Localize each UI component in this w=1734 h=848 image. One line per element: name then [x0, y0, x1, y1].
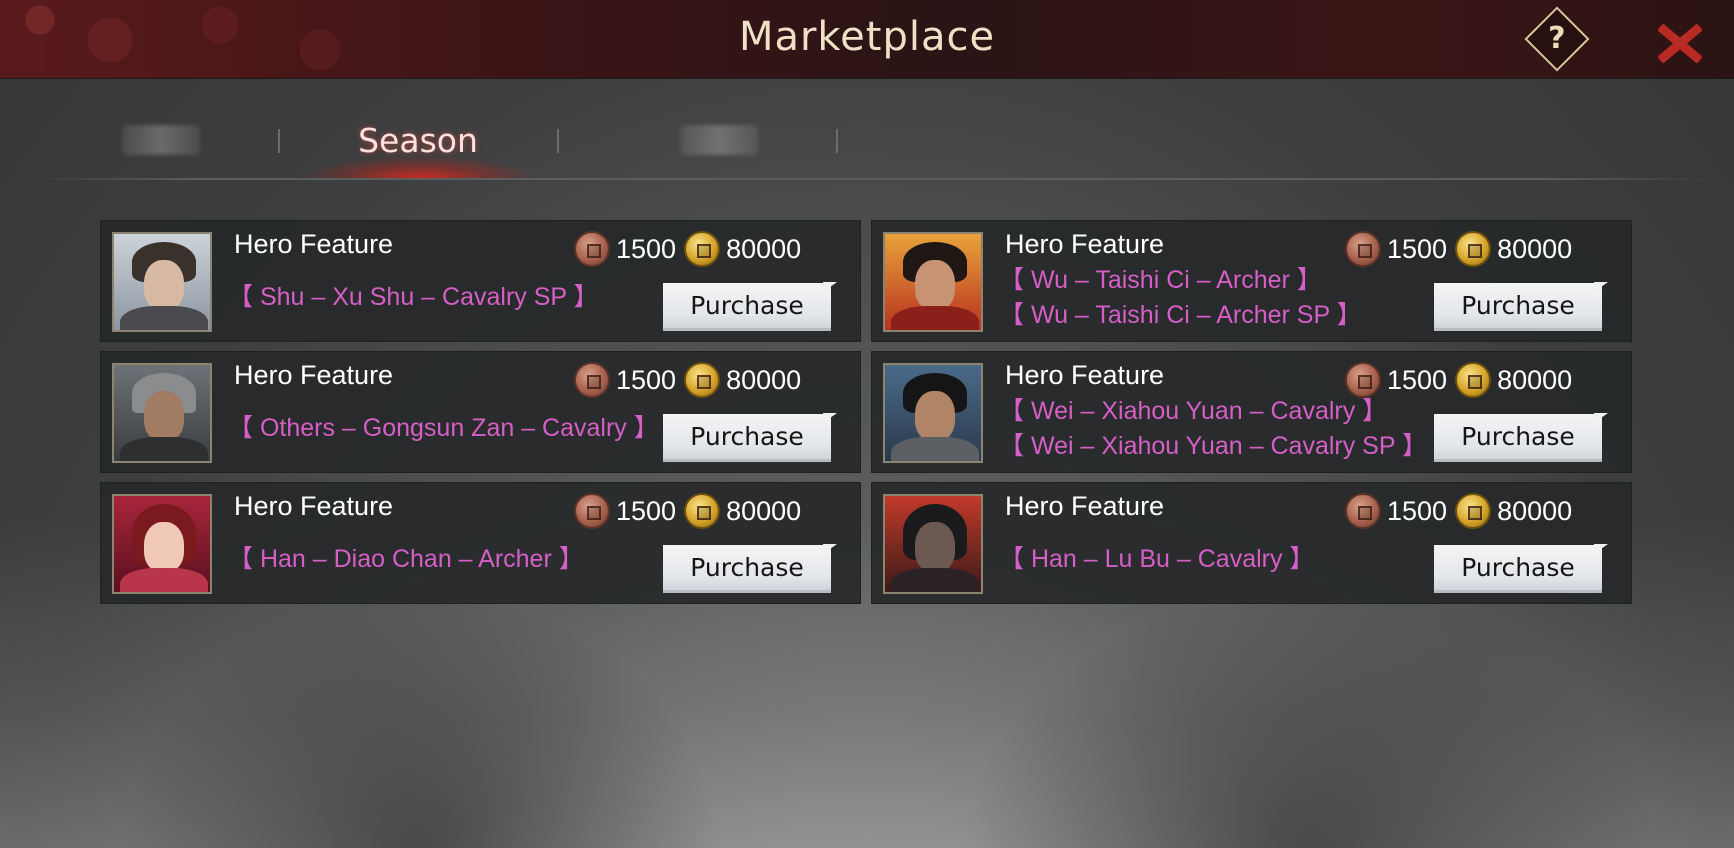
- background-rock: [120, 588, 720, 848]
- purchase-button[interactable]: Purchase: [1434, 414, 1602, 462]
- tab-divider: [557, 129, 559, 153]
- gold-coin-icon: [1455, 362, 1492, 398]
- purchase-button[interactable]: Purchase: [1434, 283, 1602, 331]
- close-icon[interactable]: [1652, 16, 1706, 70]
- price-group: 1500 80000: [574, 493, 809, 529]
- gold-price: 80000: [1497, 233, 1573, 264]
- item-title: Hero Feature: [234, 491, 394, 521]
- page-title: Marketplace: [738, 14, 996, 60]
- purchase-button[interactable]: Purchase: [663, 414, 831, 462]
- market-item-card: Hero Feature 【 Han – Lu Bu – Cavalry 】 1…: [871, 482, 1632, 604]
- tab-divider: [836, 129, 838, 153]
- hero-name: 【 Han – Diao Chan – Archer 】: [228, 545, 584, 573]
- price-group: 1500 80000: [1345, 362, 1580, 398]
- copper-price: 1500: [1387, 233, 1448, 264]
- copper-coin-icon: [1345, 362, 1381, 398]
- tab-obscured-3[interactable]: [588, 115, 838, 167]
- purchase-button[interactable]: Purchase: [663, 283, 831, 331]
- item-title: Hero Feature: [1005, 360, 1165, 390]
- tab-divider: [278, 129, 280, 153]
- hero-name: 【 Others – Gongsun Zan – Cavalry 】: [228, 414, 659, 442]
- hero-portrait: [112, 232, 212, 332]
- hero-portrait: [112, 363, 212, 463]
- hero-name: 【 Wu – Taishi Ci – Archer SP 】: [999, 301, 1362, 329]
- item-title: Hero Feature: [234, 229, 394, 259]
- market-item-card: Hero Feature 【 Han – Diao Chan – Archer …: [100, 482, 861, 604]
- hero-name: 【 Wei – Xiahou Yuan – Cavalry 】: [999, 397, 1388, 425]
- gold-price: 80000: [726, 364, 802, 395]
- gold-coin-icon: [684, 493, 721, 529]
- copper-price: 1500: [616, 495, 677, 526]
- copper-price: 1500: [1387, 364, 1448, 395]
- copper-price: 1500: [616, 233, 677, 264]
- hero-portrait: [112, 494, 212, 594]
- copper-coin-icon: [574, 362, 610, 398]
- gold-coin-icon: [684, 362, 721, 398]
- copper-coin-icon: [574, 493, 610, 529]
- market-item-card: Hero Feature 【 Wei – Xiahou Yuan – Caval…: [871, 351, 1632, 473]
- gold-coin-icon: [684, 231, 721, 267]
- tab-season[interactable]: Season: [293, 115, 543, 167]
- market-item-card: Hero Feature 【 Wu – Taishi Ci – Archer 】…: [871, 220, 1632, 342]
- gold-price: 80000: [726, 233, 802, 264]
- purchase-button[interactable]: Purchase: [663, 545, 831, 593]
- copper-coin-icon: [1345, 231, 1381, 267]
- gold-price: 80000: [726, 495, 802, 526]
- tab-underline: [30, 178, 1710, 180]
- hero-list: 【 Wei – Xiahou Yuan – Cavalry 】 【 Wei – …: [999, 394, 1427, 464]
- header-bar: Marketplace ?: [0, 0, 1734, 79]
- tab-obscured-1[interactable]: [30, 115, 280, 167]
- hero-name: 【 Han – Lu Bu – Cavalry 】: [999, 545, 1315, 573]
- hero-list: 【 Others – Gongsun Zan – Cavalry 】: [228, 411, 659, 446]
- help-icon: ?: [1548, 21, 1566, 56]
- hero-name: 【 Wei – Xiahou Yuan – Cavalry SP 】: [999, 432, 1428, 460]
- hero-list: 【 Han – Lu Bu – Cavalry 】: [999, 542, 1314, 577]
- gold-price: 80000: [1497, 364, 1573, 395]
- purchase-button[interactable]: Purchase: [1434, 545, 1602, 593]
- tab-bar: Season: [0, 115, 1734, 181]
- item-title: Hero Feature: [234, 360, 394, 390]
- hero-portrait: [883, 232, 983, 332]
- hero-list: 【 Han – Diao Chan – Archer 】: [228, 542, 584, 577]
- hero-list: 【 Shu – Xu Shu – Cavalry SP 】: [228, 280, 599, 315]
- price-group: 1500 80000: [574, 362, 809, 398]
- copper-coin-icon: [574, 231, 610, 267]
- price-group: 1500 80000: [574, 231, 809, 267]
- gold-price: 80000: [1497, 495, 1573, 526]
- market-item-card: Hero Feature 【 Shu – Xu Shu – Cavalry SP…: [100, 220, 861, 342]
- background-rock: [960, 588, 1660, 848]
- copper-coin-icon: [1345, 493, 1381, 529]
- price-group: 1500 80000: [1345, 493, 1580, 529]
- copper-price: 1500: [1387, 495, 1448, 526]
- gold-coin-icon: [1455, 231, 1492, 267]
- hero-portrait: [883, 494, 983, 594]
- hero-portrait: [883, 363, 983, 463]
- hero-list: 【 Wu – Taishi Ci – Archer 】 【 Wu – Taish…: [999, 263, 1362, 333]
- price-group: 1500 80000: [1345, 231, 1580, 267]
- item-title: Hero Feature: [1005, 229, 1165, 259]
- hero-name: 【 Wu – Taishi Ci – Archer 】: [999, 266, 1322, 294]
- market-item-card: Hero Feature 【 Others – Gongsun Zan – Ca…: [100, 351, 861, 473]
- gold-coin-icon: [1455, 493, 1492, 529]
- copper-price: 1500: [616, 364, 677, 395]
- item-title: Hero Feature: [1005, 491, 1165, 521]
- hero-name: 【 Shu – Xu Shu – Cavalry SP 】: [228, 283, 599, 311]
